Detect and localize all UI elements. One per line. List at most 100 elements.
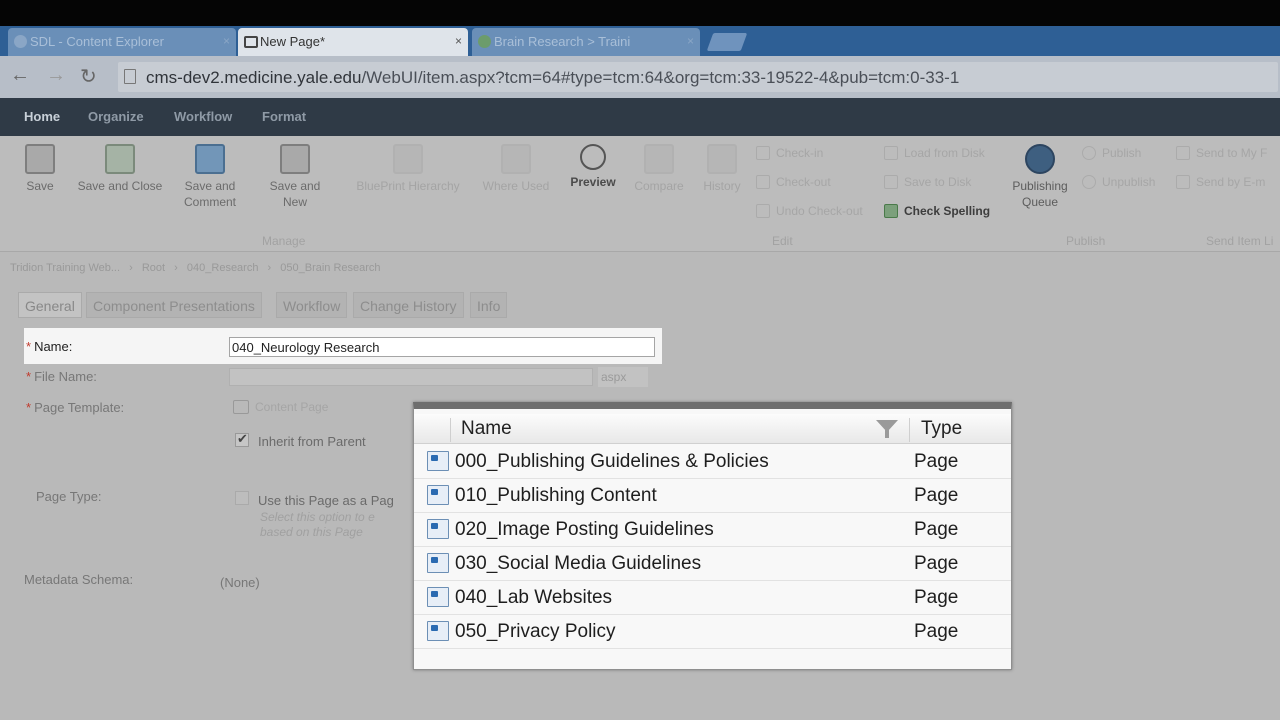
name-label-text: Name:	[34, 339, 73, 354]
close-icon[interactable]: ×	[687, 28, 694, 55]
list-item[interactable]: 000_Publishing Guidelines & Policies Pag…	[414, 445, 1011, 479]
group-label-publish: Publish	[1066, 234, 1106, 248]
list-item[interactable]: 010_Publishing Content Page	[414, 479, 1011, 513]
item-name: 030_Social Media Guidelines	[455, 553, 702, 574]
check-spelling-button[interactable]: Check Spelling	[884, 204, 990, 218]
column-header-type[interactable]: Type	[921, 414, 962, 444]
breadcrumb-item[interactable]: Root	[142, 262, 165, 274]
item-name: 050_Privacy Policy	[455, 621, 616, 642]
item-type: Page	[914, 621, 959, 642]
button-label: Undo Check-out	[776, 204, 863, 218]
save-and-close-button[interactable]: Save and Close	[70, 144, 170, 194]
preview-button[interactable]: Preview	[562, 144, 624, 190]
button-label: Save and Close	[77, 179, 163, 193]
where-used-button[interactable]: Where Used	[476, 144, 556, 194]
publish-button[interactable]: Publish	[1082, 146, 1141, 160]
save-close-icon	[105, 144, 135, 174]
button-label: Check-in	[776, 146, 824, 160]
item-type: Page	[914, 451, 959, 472]
page-type-checkbox[interactable]	[235, 491, 249, 505]
history-icon	[707, 144, 737, 174]
breadcrumb-separator: ›	[174, 262, 178, 274]
url-text: cms-dev2.medicine.yale.edu/WebUI/item.as…	[146, 68, 959, 88]
breadcrumb-item[interactable]: 050_Brain Research	[280, 262, 380, 274]
pages-list-popup: Name Type 000_Publishing Guidelines & Po…	[413, 402, 1012, 670]
lock-icon	[756, 175, 770, 189]
breadcrumb: Tridion Training Web... › Root › 040_Res…	[10, 262, 387, 274]
name-input[interactable]	[229, 337, 655, 357]
save-comment-icon	[195, 144, 225, 174]
unpublish-button[interactable]: Unpublish	[1082, 175, 1155, 189]
check-in-button[interactable]: Check-in	[756, 146, 823, 160]
save-button[interactable]: Save	[14, 144, 66, 194]
check-out-button[interactable]: Check-out	[756, 175, 831, 189]
button-label: Save and	[269, 179, 321, 193]
back-arrow-icon[interactable]: ←	[10, 64, 30, 87]
item-name: 000_Publishing Guidelines & Policies	[455, 451, 769, 472]
new-tab-button[interactable]	[706, 33, 748, 51]
load-from-disk-button[interactable]: Load from Disk	[884, 146, 985, 160]
page-type-option-label: Use this Page as a Pag	[258, 493, 394, 508]
file-name-input[interactable]	[229, 368, 593, 386]
button-label: Compare	[634, 179, 684, 193]
publishing-queue-button[interactable]: Publishing Queue	[1008, 144, 1072, 210]
close-icon[interactable]: ×	[455, 28, 462, 55]
list-item[interactable]: 030_Social Media Guidelines Page	[414, 547, 1011, 581]
menu-workflow[interactable]: Workflow	[174, 109, 232, 124]
filter-icon[interactable]	[876, 420, 898, 438]
metadata-schema-label: Metadata Schema:	[24, 572, 134, 587]
column-divider	[909, 418, 910, 442]
compare-button[interactable]: Compare	[626, 144, 692, 194]
page-template-select[interactable]: Content Page	[229, 397, 409, 417]
history-button[interactable]: History	[696, 144, 748, 194]
tab-general[interactable]: General	[18, 292, 82, 318]
browser-tab-new-page[interactable]: New Page* ×	[238, 28, 468, 56]
button-label-2: Comment	[183, 195, 236, 209]
metadata-schema-value[interactable]: (None)	[220, 575, 260, 590]
list-item[interactable]: 020_Image Posting Guidelines Page	[414, 513, 1011, 547]
list-header: Name Type	[414, 414, 1011, 444]
browser-tab-brain-research[interactable]: Brain Research > Traini ×	[472, 28, 700, 56]
undo-lock-icon	[756, 204, 770, 218]
item-name: 010_Publishing Content	[455, 485, 657, 506]
forward-arrow-icon[interactable]: →	[46, 64, 66, 87]
button-label: Unpublish	[1102, 175, 1156, 189]
column-header-name[interactable]: Name	[461, 414, 512, 444]
menu-organize[interactable]: Organize	[88, 109, 144, 124]
page-icon	[427, 519, 449, 539]
button-label: Save and	[184, 179, 236, 193]
list-item[interactable]: 050_Privacy Policy Page	[414, 615, 1011, 649]
reload-icon[interactable]: ↻	[80, 64, 97, 89]
menu-home[interactable]: Home	[24, 109, 60, 124]
blueprint-hierarchy-button[interactable]: BluePrint Hierarchy	[346, 144, 470, 194]
template-icon	[233, 400, 249, 414]
tab-info[interactable]: Info	[470, 292, 508, 318]
menu-format[interactable]: Format	[262, 109, 306, 124]
item-name: 020_Image Posting Guidelines	[455, 519, 714, 540]
button-label: Check-out	[776, 175, 831, 189]
undo-check-out-button[interactable]: Undo Check-out	[756, 204, 863, 218]
browser-tab-content-explorer[interactable]: SDL - Content Explorer ×	[8, 28, 236, 56]
button-label: Publishing	[1012, 179, 1068, 193]
button-label: Save	[26, 179, 54, 193]
tab-workflow[interactable]: Workflow	[276, 292, 348, 318]
save-and-comment-button[interactable]: Save and Comment	[172, 144, 248, 210]
page-template-label-text: Page Template:	[34, 400, 125, 415]
save-and-new-button[interactable]: Save and New	[258, 144, 332, 210]
button-label: Preview	[570, 175, 616, 189]
save-new-icon	[280, 144, 310, 174]
tab-change-history[interactable]: Change History	[353, 292, 464, 318]
address-bar[interactable]: cms-dev2.medicine.yale.edu/WebUI/item.as…	[118, 62, 1278, 92]
close-icon[interactable]: ×	[223, 28, 230, 55]
inherit-from-parent-checkbox[interactable]	[235, 431, 249, 447]
breadcrumb-item[interactable]: Tridion Training Web...	[10, 262, 120, 274]
tab-label: SDL - Content Explorer	[30, 34, 164, 49]
breadcrumb-separator: ›	[129, 262, 133, 274]
list-item[interactable]: 040_Lab Websites Page	[414, 581, 1011, 615]
tab-label: Brain Research > Traini	[494, 34, 631, 49]
save-to-disk-button[interactable]: Save to Disk	[884, 175, 971, 189]
tab-component-presentations[interactable]: Component Presentations	[86, 292, 262, 318]
breadcrumb-item[interactable]: 040_Research	[187, 262, 259, 274]
send-to-my-favorites-button[interactable]: Send to My F	[1176, 146, 1267, 160]
send-by-email-button[interactable]: Send by E-m	[1176, 175, 1265, 189]
